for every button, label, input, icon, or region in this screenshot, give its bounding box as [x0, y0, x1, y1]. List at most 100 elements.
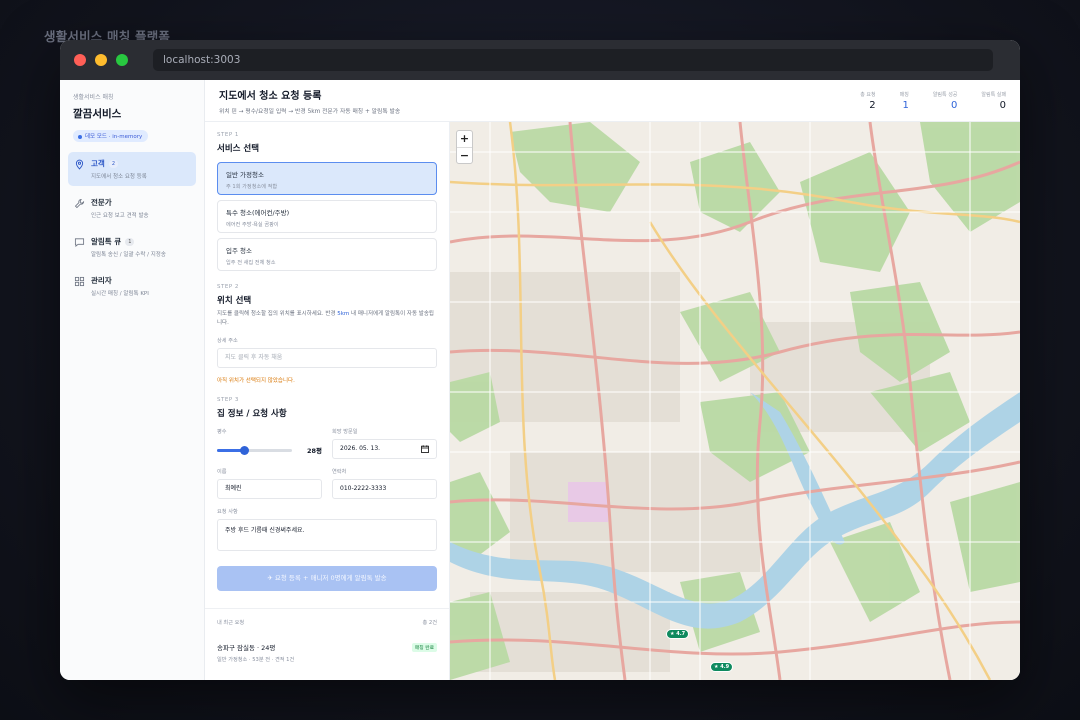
location-help-text: 지도를 클릭해 청소할 집의 위치를 표시하세요. 반경	[217, 311, 338, 317]
status-badge: 매칭 완료	[411, 642, 437, 652]
sidebar-item-desc: 지도에서 청소 요청 등록	[91, 174, 147, 180]
address-input[interactable]: 지도 클릭 후 자동 채움	[217, 348, 437, 368]
sidebar-item-admin[interactable]: 관리자 실시간 매칭 / 알림톡 KPI	[68, 269, 196, 303]
stat-value: 0	[951, 99, 958, 111]
service-option-special[interactable]: 특수 청소(에어컨/주방) 에어컨 주방·욕실 곰팡이	[217, 200, 437, 233]
step-title: 서비스 선택	[217, 144, 260, 154]
content: STEP 1 서비스 선택 일반 가정청소 주 1회 가정청소에 적합 특수 청…	[205, 122, 1020, 680]
mode-badge-label: 데모 모드 · in-memory	[85, 134, 143, 140]
stat-matched: 매칭 1	[900, 91, 909, 111]
stat-value: 1	[902, 99, 909, 111]
name-input[interactable]: 최예린	[217, 479, 322, 499]
radius-highlight: 5km	[337, 311, 350, 317]
zoom-in-button[interactable]: +	[457, 131, 472, 147]
location-warning: 아직 위치가 선택되지 않았습니다.	[217, 378, 295, 384]
recent-title: 내 최근 요청	[217, 620, 245, 626]
close-window-button[interactable]	[74, 54, 86, 66]
sidebar-item-expert[interactable]: 전문가 인근 요청 보고 견적 발송	[68, 191, 196, 225]
step-label: STEP 3	[217, 397, 239, 403]
stat-label: 매칭	[899, 91, 909, 98]
page-title: 지도에서 청소 요청 등록	[219, 90, 322, 102]
request-label: 요청 사항	[217, 509, 238, 515]
slider-thumb[interactable]	[239, 445, 249, 455]
area-slider[interactable]: 28평	[217, 441, 322, 459]
address-label: 상세 주소	[217, 338, 238, 344]
page-header: 지도에서 청소 요청 등록 위치 핀 → 평수/요청일 입력 → 반경 5km …	[205, 80, 1020, 122]
manager-pin[interactable]: ★ 4.7	[666, 629, 690, 639]
sidebar-item-count: 2	[108, 160, 118, 168]
sidebar-item-desc: 인근 요청 보고 견적 발송	[91, 213, 149, 219]
sidebar-item-customer[interactable]: 고객 2 지도에서 청소 요청 등록	[68, 152, 196, 186]
stat-alimtalk-success: 알림톡 성공 0	[933, 91, 958, 111]
sidebar-item-alimtalk[interactable]: 알림톡 큐1 알림톡 송신 / 일괄 수락 / 지정송	[68, 230, 196, 264]
browser-titlebar: localhost:3003	[60, 40, 1020, 80]
step-title: 위치 선택	[217, 296, 252, 306]
recent-count: 총 2건	[422, 620, 438, 626]
stat-value: 2	[869, 99, 876, 111]
stat-label: 총 요청	[860, 91, 876, 98]
service-option-movein[interactable]: 입주 청소 입주 전 새집 전체 청소	[217, 238, 437, 271]
slider-track[interactable]	[217, 445, 292, 455]
name-label: 이름	[217, 469, 227, 475]
address-bar[interactable]: localhost:3003	[153, 49, 993, 71]
date-label: 희망 방문일	[332, 429, 358, 435]
mode-badge: 데모 모드 · in-memory	[73, 130, 149, 142]
request-form: STEP 1 서비스 선택 일반 가정청소 주 1회 가정청소에 적합 특수 청…	[205, 122, 450, 680]
brand-title: 깔끔서비스	[73, 108, 122, 120]
phone-label: 연락처	[332, 469, 347, 475]
area-date-row: 평수 28평 희망 방문일 2026. 05. 13.	[217, 419, 437, 459]
brand-subtitle: 생활서비스 매칭	[73, 94, 114, 101]
zoom-out-button[interactable]: −	[457, 147, 472, 163]
stat-total-requests: 총 요청 2	[860, 91, 875, 111]
calendar-icon[interactable]	[421, 445, 429, 453]
step-label: STEP 1	[217, 132, 239, 138]
area-label: 평수	[217, 429, 227, 435]
service-name: 입주 청소	[226, 247, 252, 255]
sidebar-nav: 고객 2 지도에서 청소 요청 등록 전문가 인근 요청 보고 견적 발송 알림톡…	[68, 152, 196, 303]
list-item[interactable]: 송파구 잠실동 · 24평 매칭 완료 일반 가정청소 · 53분 전 · 견적…	[217, 642, 437, 663]
sidebar-item-label: 관리자	[91, 276, 112, 285]
stat-label: 알림톡 실패	[981, 91, 1006, 98]
page-subtitle: 위치 핀 → 평수/요청일 입력 → 반경 5km 전문가 자동 매칭 + 알림…	[219, 108, 401, 115]
phone-input[interactable]: 010-2222-3333	[332, 479, 437, 499]
date-input[interactable]: 2026. 05. 13.	[332, 439, 437, 459]
sidebar-item-label: 고객	[91, 159, 105, 168]
service-desc: 입주 전 새집 전체 청소	[226, 260, 276, 266]
recent-header: 내 최근 요청 총 2건	[217, 619, 437, 626]
submit-request-button[interactable]: ✈ 요청 등록 + 매니저 0명에게 알림톡 발송	[217, 566, 437, 591]
zoom-controls: + −	[456, 130, 473, 164]
minimize-window-button[interactable]	[95, 54, 107, 66]
submit-label: 요청 등록 + 매니저 0명에게 알림톡 발송	[274, 574, 387, 582]
request-textarea[interactable]: 주방 후드 기름때 신경써주세요.	[217, 519, 437, 551]
maximize-window-button[interactable]	[116, 54, 128, 66]
name-field: 이름 최예린	[217, 459, 322, 499]
stat-label: 알림톡 성공	[932, 91, 958, 98]
map-pin-icon	[75, 159, 84, 170]
sidebar-item-label: 알림톡 큐	[91, 237, 122, 246]
main-area: 지도에서 청소 요청 등록 위치 핀 → 평수/요청일 입력 → 반경 5km …	[205, 80, 1020, 680]
service-desc: 에어컨 주방·욕실 곰팡이	[226, 222, 279, 228]
map-canvas[interactable]	[450, 122, 1020, 680]
phone-field: 연락처 010-2222-3333	[332, 459, 437, 499]
wrench-icon	[74, 198, 85, 209]
grid-icon	[74, 276, 85, 287]
map[interactable]: + − ★ 4.7 ★ 4.9	[450, 122, 1020, 680]
service-name: 일반 가정청소	[226, 171, 264, 179]
date-value: 2026. 05. 13.	[340, 445, 381, 452]
service-name: 특수 청소(에어컨/주방)	[226, 209, 290, 217]
recent-item-title: 송파구 잠실동 · 24평	[217, 644, 276, 652]
stats-summary: 총 요청 2 매칭 1 알림톡 성공 0 알림톡 실패 0	[836, 91, 1006, 111]
name-phone-row: 이름 최예린 연락처 010-2222-3333	[217, 459, 437, 499]
sidebar-item-desc: 실시간 매칭 / 알림톡 KPI	[91, 291, 149, 297]
manager-pin[interactable]: ★ 4.9	[710, 662, 734, 672]
sidebar-item-label: 전문가	[91, 198, 112, 207]
step-label: STEP 2	[217, 284, 239, 290]
send-icon: ✈	[267, 574, 275, 582]
stat-alimtalk-failed: 알림톡 실패 0	[981, 91, 1006, 111]
date-field: 희망 방문일 2026. 05. 13.	[332, 419, 437, 459]
stat-value: 0	[999, 99, 1006, 111]
recent-item-sub: 일반 가정청소 · 53분 전 · 견적 1건	[217, 657, 295, 663]
browser-window: localhost:3003 생활서비스 매칭 깔끔서비스 데모 모드 · in…	[60, 40, 1020, 680]
service-desc: 주 1회 가정청소에 적합	[226, 184, 278, 190]
service-option-general[interactable]: 일반 가정청소 주 1회 가정청소에 적합	[217, 162, 437, 195]
